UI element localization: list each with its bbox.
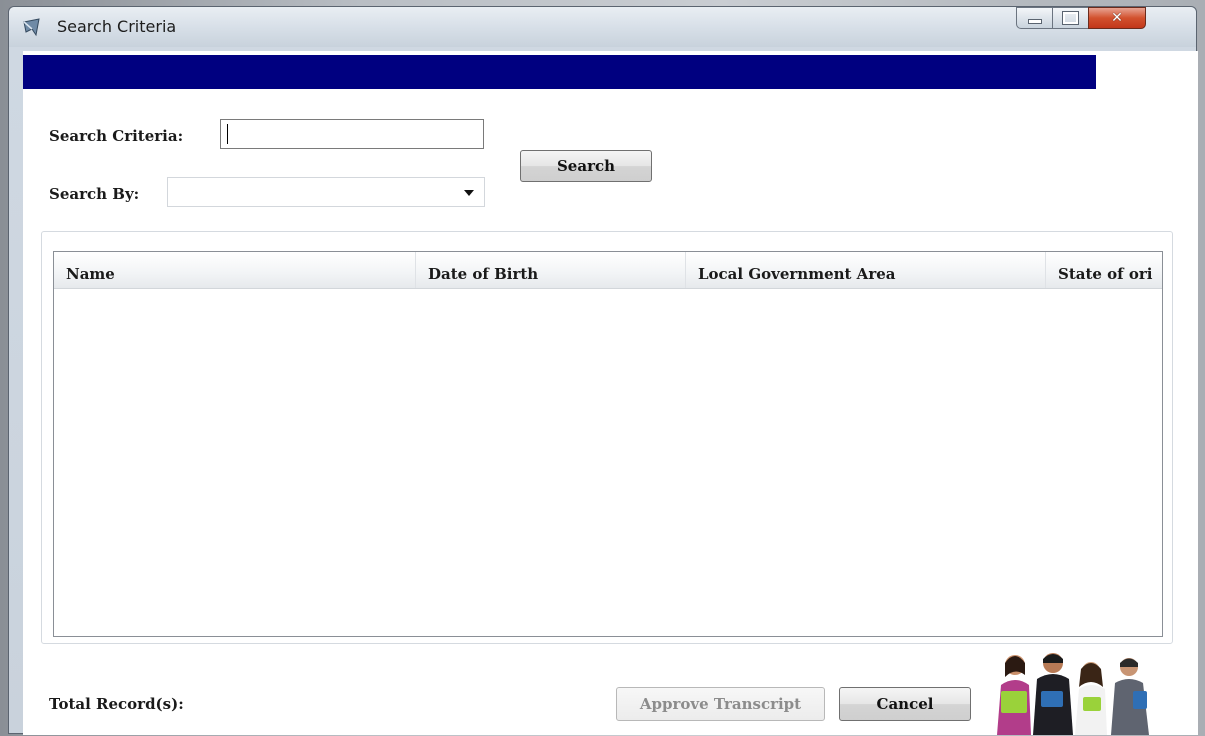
window-title: Search Criteria [57,17,177,36]
header-banner [23,55,1096,89]
results-grid[interactable]: Name Date of Birth Local Government Area… [53,251,1163,637]
column-header-date-of-birth[interactable]: Date of Birth [416,252,686,288]
column-header-state-of-origin[interactable]: State of ori [1046,252,1162,288]
dropdown-arrow-icon[interactable] [464,190,474,196]
approve-transcript-button[interactable]: Approve Transcript [616,687,825,721]
close-icon: ✕ [1111,10,1123,26]
students-image [997,653,1149,735]
close-button[interactable]: ✕ [1088,7,1146,29]
search-by-label: Search By: [49,185,140,203]
dialog-body: Search Criteria: Search By: Search Name … [23,51,1198,735]
cancel-button[interactable]: Cancel [839,687,971,721]
column-header-lga[interactable]: Local Government Area [686,252,1046,288]
search-criteria-window: Search Criteria ✕ Search Criteria: Searc… [8,6,1198,735]
app-icon [23,18,40,37]
minimize-icon [1027,18,1042,24]
text-caret [227,124,228,144]
minimize-button[interactable] [1016,7,1052,29]
search-button[interactable]: Search [520,150,652,182]
search-by-dropdown[interactable] [167,177,485,207]
total-records-label: Total Record(s): [49,695,184,713]
search-criteria-input[interactable] [220,119,484,149]
search-criteria-label: Search Criteria: [49,127,184,145]
maximize-button[interactable] [1052,7,1088,29]
title-bar[interactable]: Search Criteria ✕ [9,7,1196,47]
maximize-icon [1062,11,1079,25]
grid-header: Name Date of Birth Local Government Area… [54,252,1162,289]
column-header-name[interactable]: Name [54,252,416,288]
